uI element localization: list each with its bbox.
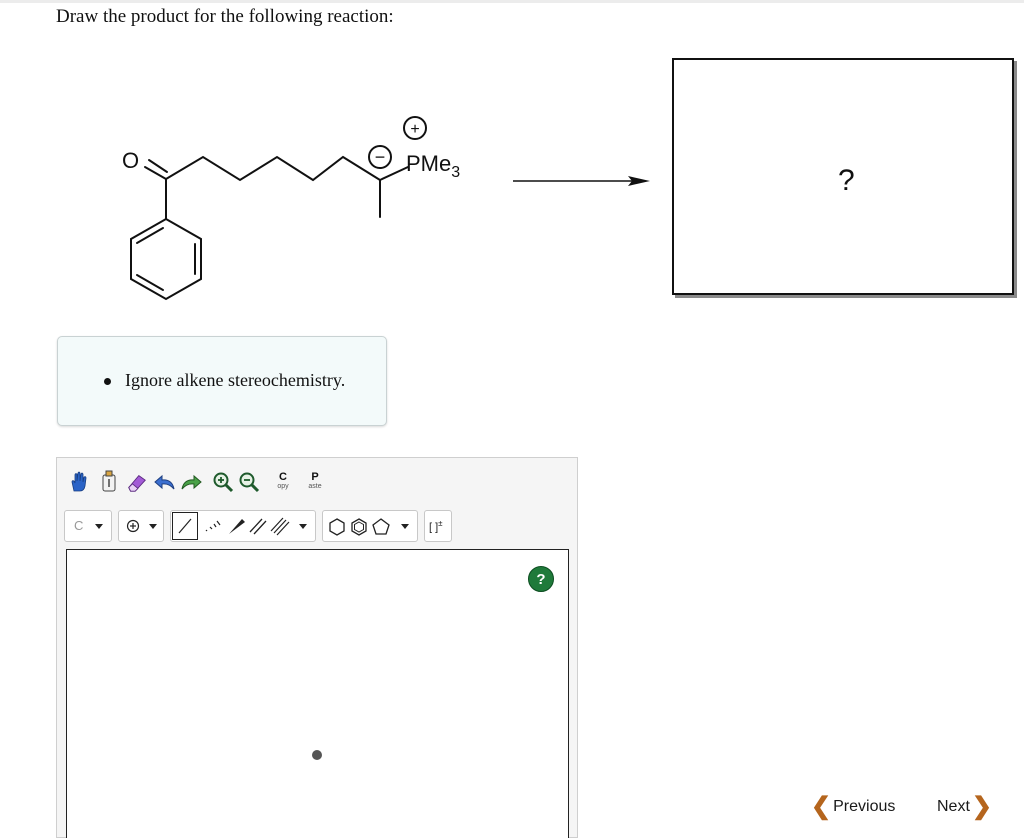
cyclohexane-icon[interactable] (327, 517, 347, 537)
bracket-tool-icon: [ ]± (429, 519, 443, 534)
undo-icon[interactable] (152, 470, 178, 494)
ring-dropdown-icon[interactable] (401, 524, 409, 529)
carbon-phosphorus-bond (379, 166, 409, 181)
element-dropdown-icon (95, 524, 103, 529)
ring-double-bond-3 (136, 274, 164, 291)
reagent-label: PMe3 (406, 151, 460, 181)
help-button[interactable]: ? (528, 566, 554, 592)
bottle-icon[interactable] (98, 469, 120, 493)
chevron-right-icon: ❯ (971, 793, 993, 820)
bond-tool-group (170, 510, 316, 542)
hand-tool-icon[interactable] (68, 470, 90, 494)
negative-charge-sign: − (375, 147, 386, 167)
unknown-product-mark: ? (838, 164, 855, 197)
bullet-icon (104, 378, 111, 385)
drawing-canvas[interactable] (66, 549, 569, 838)
cursor-dot (312, 750, 322, 760)
ring-tool-group (322, 510, 418, 542)
redo-icon[interactable] (178, 470, 204, 494)
wedge-bond-icon[interactable] (225, 515, 247, 537)
benzene-icon[interactable] (349, 517, 369, 537)
oxygen-atom-label: O (122, 148, 139, 173)
double-bond-icon[interactable] (247, 515, 269, 537)
carbon-chain (165, 155, 381, 182)
copy-button-letter: C (279, 471, 287, 483)
next-button[interactable]: Next ❯ (937, 795, 992, 819)
chevron-left-icon: ❮ (811, 793, 832, 820)
benzene-ring (130, 217, 202, 301)
zoom-out-icon[interactable] (238, 470, 260, 494)
product-answer-box: ? (672, 58, 1014, 295)
element-selector-value: C (74, 518, 84, 533)
charge-dropdown-icon (149, 524, 157, 529)
paste-button-rest: aste (308, 483, 322, 490)
zoom-in-icon[interactable] (212, 470, 234, 494)
charge-selector[interactable] (118, 510, 164, 542)
copy-button-rest: opy (277, 483, 289, 490)
previous-label: Previous (833, 798, 896, 815)
paste-button-letter: P (311, 471, 319, 483)
eraser-icon[interactable] (126, 470, 148, 494)
paste-button[interactable]: P aste (302, 466, 328, 496)
ring-double-bond-1 (136, 227, 164, 244)
hint-text: Ignore alkene stereochemistry. (125, 370, 346, 390)
previous-button[interactable]: ❮ Previous (811, 795, 895, 819)
add-charge-icon (126, 519, 140, 533)
hashed-wedge-bond-icon[interactable] (201, 515, 223, 537)
positive-charge-sign: + (410, 121, 419, 138)
hint-box: Ignore alkene stereochemistry. (57, 336, 387, 426)
cyclopentane-icon[interactable] (371, 517, 391, 537)
single-bond-icon[interactable] (172, 512, 198, 540)
bond-dropdown-icon[interactable] (299, 524, 307, 529)
triple-bond-icon[interactable] (269, 515, 291, 537)
element-selector[interactable]: C (64, 510, 112, 542)
bracket-tool[interactable]: [ ]± (424, 510, 452, 542)
next-label: Next (937, 798, 970, 815)
copy-button[interactable]: C opy (272, 466, 294, 496)
